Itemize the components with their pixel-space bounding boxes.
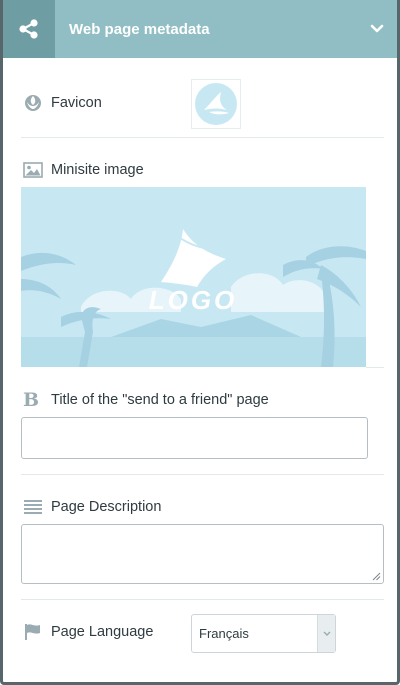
minisite-label: Minisite image xyxy=(51,162,144,178)
language-row: Page Language xyxy=(23,622,153,642)
language-select[interactable]: Français xyxy=(191,614,336,653)
send-title-row: B Title of the "send to a friend" page xyxy=(23,389,269,411)
send-title-label: Title of the "send to a friend" page xyxy=(51,392,269,408)
divider xyxy=(21,599,384,600)
flag-icon xyxy=(23,623,51,641)
favicon-preview[interactable] xyxy=(191,79,241,129)
panel-title: Web page metadata xyxy=(69,20,210,38)
chevron-down-icon xyxy=(370,24,384,33)
divider xyxy=(21,474,384,475)
minisite-row: Minisite image xyxy=(23,160,144,180)
divider xyxy=(21,137,384,138)
panel-header[interactable]: Web page metadata xyxy=(3,0,397,58)
divider xyxy=(366,367,384,368)
share-button[interactable] xyxy=(3,0,55,58)
description-row: Page Description xyxy=(23,497,161,517)
logo-bird-icon xyxy=(195,83,237,125)
favicon-row: Favicon xyxy=(23,93,102,113)
collapse-button[interactable] xyxy=(357,0,397,58)
language-label: Page Language xyxy=(51,624,154,640)
send-title-input[interactable] xyxy=(21,417,368,459)
language-selected-value: Français xyxy=(199,626,249,641)
favicon-label: Favicon xyxy=(51,95,102,111)
description-textarea[interactable] xyxy=(21,524,384,584)
image-icon xyxy=(23,162,51,178)
select-chevron-icon[interactable] xyxy=(317,615,335,652)
rebel-icon xyxy=(23,93,51,113)
minisite-illustration: LOGO xyxy=(21,187,366,367)
lines-icon xyxy=(23,499,51,515)
minisite-image[interactable]: LOGO xyxy=(21,187,366,367)
logo-text: LOGO xyxy=(149,285,238,315)
bold-icon: B xyxy=(23,389,40,411)
description-label: Page Description xyxy=(51,499,162,515)
share-icon xyxy=(19,19,38,39)
metadata-panel: Web page metadata Favicon Minisite image… xyxy=(0,0,400,685)
resize-handle-icon[interactable] xyxy=(372,572,381,581)
